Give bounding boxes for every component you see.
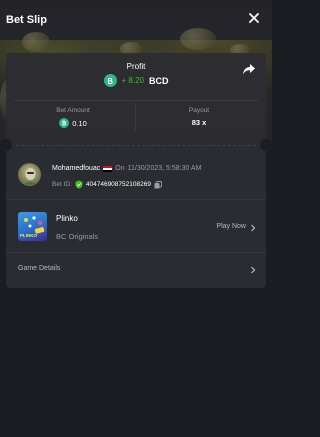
bcd-coin-icon [59, 118, 70, 128]
thumbnail-text: PLINKO [20, 233, 38, 238]
divider [6, 252, 266, 253]
chevron-right-icon[interactable] [250, 266, 256, 274]
avatar[interactable] [18, 163, 41, 186]
divider [135, 103, 136, 131]
ticket-separator [0, 138, 272, 152]
ticket-notch [260, 139, 272, 151]
divider [6, 199, 266, 200]
profit-value: + 8.20 [121, 76, 144, 85]
on-label: On [115, 165, 125, 172]
bet-datetime: 11/30/2023, 5:58:30 AM [127, 165, 202, 172]
dashed-divider [16, 145, 256, 146]
bet-id-label: Bet ID: [52, 181, 72, 188]
copy-icon[interactable] [154, 180, 162, 189]
username[interactable]: Mohamedfouac [52, 165, 100, 172]
verified-shield-icon [75, 180, 83, 189]
share-icon[interactable] [242, 63, 256, 76]
profit-label: Profit [126, 62, 146, 71]
divider [14, 100, 258, 101]
game-thumbnail[interactable]: PLINKO [18, 212, 47, 241]
egypt-flag-icon [103, 165, 113, 172]
game-name[interactable]: Plinko [56, 214, 78, 223]
page-title: Bet Slip [6, 14, 47, 26]
bet-amount-number: 0.10 [72, 118, 87, 128]
payout-value: 83 x [191, 118, 207, 127]
game-details-link[interactable]: Game Details [18, 265, 60, 272]
ticket-notch [0, 139, 12, 151]
bet-id-line: Bet ID: 404746908752108269 [52, 180, 162, 189]
user-line: Mohamedfouac On 11/30/2023, 5:58:30 AM [52, 165, 201, 172]
close-icon[interactable] [248, 12, 260, 24]
play-now-button[interactable]: Play Now [216, 223, 246, 230]
bet-amount-label: Bet Amount [56, 107, 90, 114]
profit-currency: BCD [148, 75, 169, 86]
bet-id-value: 404746908752108269 [85, 181, 151, 188]
profit-card: Profit + 8.20 BCD Bet Amount 0.10 Payout… [6, 53, 266, 138]
bet-amount-value: 0.10 [13, 118, 133, 128]
payout-label: Payout [188, 107, 210, 114]
profit-row: + 8.20 BCD [6, 74, 266, 87]
decorative-coin [180, 28, 216, 50]
bcd-coin-icon [103, 74, 117, 87]
game-provider: BC Originals [56, 232, 99, 241]
bet-details-card: Mohamedfouac On 11/30/2023, 5:58:30 AM B… [6, 152, 266, 288]
decorative-coin [22, 32, 50, 52]
chevron-right-icon[interactable] [250, 224, 256, 232]
